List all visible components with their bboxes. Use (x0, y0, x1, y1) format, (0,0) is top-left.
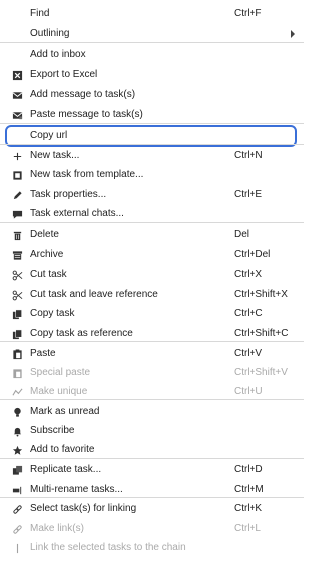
menu-item-label: Cut task (30, 269, 67, 280)
menu-item-shortcut: Ctrl+N (234, 150, 263, 161)
menu-item-label: Find (30, 8, 50, 19)
menu-item-label: Link the selected tasks to the chain (30, 542, 186, 553)
menu-item-archive[interactable]: Archive Ctrl+Del (0, 246, 304, 264)
menu-item-make-link-s: Make link(s) Ctrl+L (0, 520, 304, 538)
menu-item-label: New task from template... (30, 169, 144, 180)
menu-item-mark-as-unread[interactable]: Mark as unread (0, 403, 304, 421)
menu-item-replicate-task[interactable]: Replicate task... Ctrl+D (0, 461, 304, 479)
link-icon (11, 523, 23, 535)
menu-item-shortcut: Ctrl+Shift+C (234, 328, 289, 339)
copy-icon (11, 308, 23, 320)
submenu-arrow-icon (291, 30, 295, 38)
menu-item-copy-url[interactable]: Copy url (0, 127, 304, 145)
menu-item-label: Paste message to task(s) (30, 109, 143, 120)
menu-item-add-to-favorite[interactable]: Add to favorite (0, 441, 304, 459)
menu-item-multi-rename-tasks[interactable]: Multi-rename tasks... Ctrl+M (0, 481, 304, 499)
menu-item-task-properties[interactable]: Task properties... Ctrl+E (0, 186, 304, 204)
menu-item-shortcut: Ctrl+F (234, 8, 262, 19)
menu-item-outlining[interactable]: Outlining (0, 25, 304, 43)
menu-item-label: Task properties... (30, 189, 107, 200)
menu-item-special-paste: Special paste Ctrl+Shift+V (0, 364, 304, 382)
menu-item-find[interactable]: Find Ctrl+F (0, 5, 304, 23)
menu-item-label: New task... (30, 150, 80, 161)
scissors-icon (11, 269, 23, 281)
menu-item-label: Multi-rename tasks... (30, 484, 123, 495)
menu-item-label: Mark as unread (30, 406, 100, 417)
special-paste-icon (11, 367, 23, 379)
unique-icon (11, 386, 23, 398)
context-menu: Find Ctrl+F Outlining Add to inbox Export to… (0, 0, 304, 565)
menu-item-label: Make link(s) (30, 523, 84, 534)
menu-item-label: Copy task (30, 308, 75, 319)
plus-icon (11, 150, 23, 162)
menu-item-shortcut: Ctrl+Shift+V (234, 367, 288, 378)
menu-item-shortcut: Ctrl+U (234, 386, 263, 397)
menu-item-add-to-inbox[interactable]: Add to inbox (0, 46, 304, 64)
menu-item-label: Copy url (30, 130, 68, 141)
menu-item-label: Subscribe (30, 425, 75, 436)
menu-item-shortcut: Ctrl+D (234, 464, 263, 475)
menu-item-shortcut: Ctrl+V (234, 348, 263, 359)
paste-icon (11, 348, 23, 360)
template-icon (11, 169, 23, 181)
menu-item-cut-task-and-leave-reference[interactable]: Cut task and leave reference Ctrl+Shift+X (0, 286, 304, 304)
menu-item-link-the-selected-tasks-to-the-chain: Link the selected tasks to the chain (0, 539, 304, 557)
menu-item-label: Delete (30, 229, 59, 240)
copy-ref-icon (11, 328, 23, 340)
trash-icon (11, 229, 23, 241)
menu-item-label: Export to Excel (30, 69, 98, 80)
menu-item-shortcut: Ctrl+M (234, 484, 264, 495)
bell-icon (11, 425, 23, 437)
star-icon (11, 444, 23, 456)
menu-item-select-task-s-for-linking[interactable]: Select task(s) for linking Ctrl+K (0, 500, 304, 518)
menu-item-new-task[interactable]: New task... Ctrl+N (0, 147, 304, 165)
bulb-icon (11, 406, 23, 418)
rename-icon (11, 484, 23, 496)
menu-item-label: Add message to task(s) (30, 89, 136, 100)
menu-item-shortcut: Ctrl+L (234, 523, 261, 534)
envelope-paste-icon (11, 109, 23, 121)
envelope-icon (11, 89, 23, 101)
menu-item-label: Replicate task... (30, 464, 102, 475)
menu-item-delete[interactable]: Delete Del (0, 226, 304, 244)
menu-item-label: Copy task as reference (30, 328, 133, 339)
pencil-icon (11, 189, 23, 201)
menu-item-label: Cut task and leave reference (30, 289, 158, 300)
scissors-ref-icon (11, 289, 23, 301)
menu-item-paste[interactable]: Paste Ctrl+V (0, 345, 304, 363)
menu-item-shortcut: Ctrl+C (234, 308, 263, 319)
menu-item-paste-message-to-task-s[interactable]: Paste message to task(s) (0, 106, 304, 124)
menu-item-make-unique: Make unique Ctrl+U (0, 383, 304, 401)
replicate-icon (11, 464, 23, 476)
menu-item-subscribe[interactable]: Subscribe (0, 422, 304, 440)
menu-item-shortcut: Del (234, 229, 250, 240)
menu-item-shortcut: Ctrl+Del (234, 249, 271, 260)
menu-item-export-to-excel[interactable]: Export to Excel (0, 66, 304, 84)
menu-item-cut-task[interactable]: Cut task Ctrl+X (0, 266, 304, 284)
menu-item-label: Add to inbox (30, 49, 86, 60)
excel-icon (11, 69, 23, 81)
menu-item-new-task-from-template[interactable]: New task from template... (0, 166, 304, 184)
menu-item-label: Select task(s) for linking (30, 503, 137, 514)
menu-item-label: Special paste (30, 367, 91, 378)
menu-item-shortcut: Ctrl+K (234, 503, 263, 514)
menu-item-add-message-to-task-s[interactable]: Add message to task(s) (0, 86, 304, 104)
menu-item-label: Task external chats... (30, 208, 124, 219)
menu-item-copy-task-as-reference[interactable]: Copy task as reference Ctrl+Shift+C (0, 325, 304, 343)
menu-item-label: Add to favorite (30, 444, 95, 455)
chain-icon (11, 542, 23, 554)
menu-item-shortcut: Ctrl+Shift+X (234, 289, 288, 300)
chat-icon (11, 208, 23, 220)
menu-item-label: Paste (30, 348, 56, 359)
menu-item-shortcut: Ctrl+E (234, 189, 263, 200)
archive-icon (11, 249, 23, 261)
menu-item-label: Archive (30, 249, 64, 260)
menu-item-label: Outlining (30, 28, 70, 39)
menu-item-copy-task[interactable]: Copy task Ctrl+C (0, 305, 304, 323)
menu-item-label: Make unique (30, 386, 88, 397)
menu-item-task-external-chats[interactable]: Task external chats... (0, 205, 304, 223)
menu-item-shortcut: Ctrl+X (234, 269, 263, 280)
link-icon (11, 503, 23, 515)
